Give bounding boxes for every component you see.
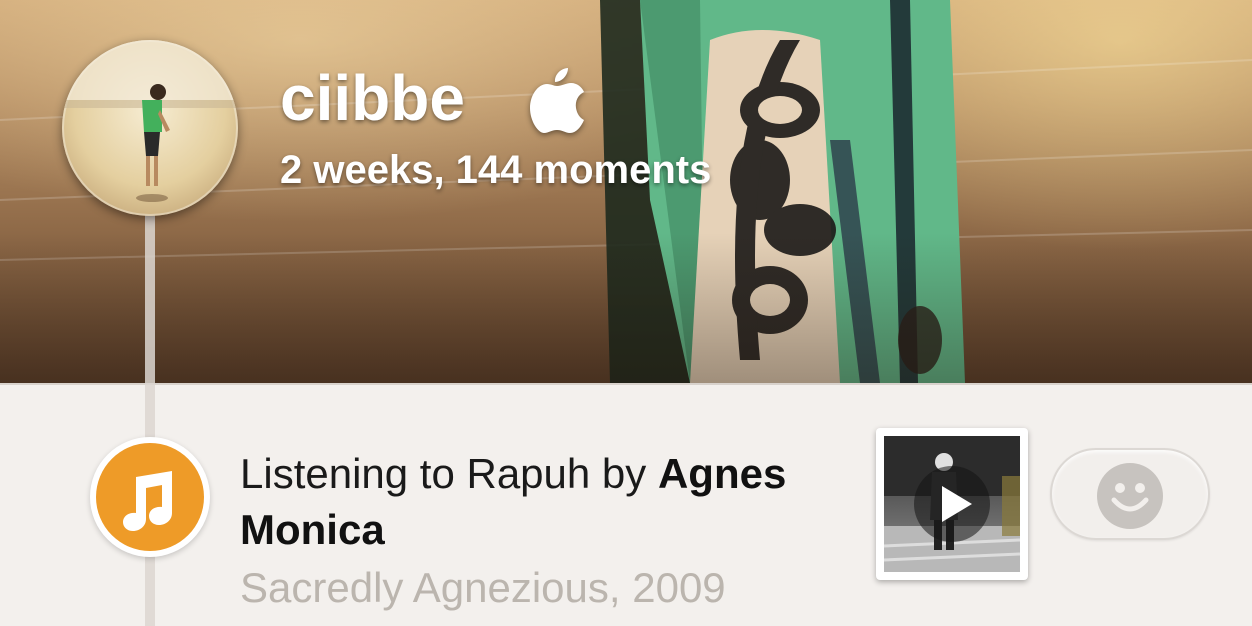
album-info: Sacredly Agnezious, 2009 — [240, 564, 726, 611]
moment-text-prefix: Listening to Rapuh by — [240, 450, 658, 497]
profile-name: ciibbe — [280, 62, 465, 134]
apple-icon — [530, 68, 584, 133]
avatar-image — [62, 40, 238, 202]
moment-text: Listening to Rapuh by Agnes Monica — [240, 446, 880, 558]
avatar[interactable] — [62, 40, 238, 216]
smile-icon — [1097, 463, 1163, 529]
music-note-icon — [123, 471, 172, 531]
play-icon[interactable] — [914, 466, 990, 542]
timeline-line — [145, 214, 155, 626]
profile-stats: 2 weeks, 144 moments — [280, 148, 712, 192]
smile-button[interactable] — [1050, 448, 1210, 540]
play-triangle — [942, 486, 972, 522]
video-thumbnail[interactable] — [876, 428, 1028, 580]
cover-divider — [0, 383, 1252, 385]
music-moment-icon — [96, 443, 204, 551]
thumbnail-image — [884, 436, 1020, 572]
